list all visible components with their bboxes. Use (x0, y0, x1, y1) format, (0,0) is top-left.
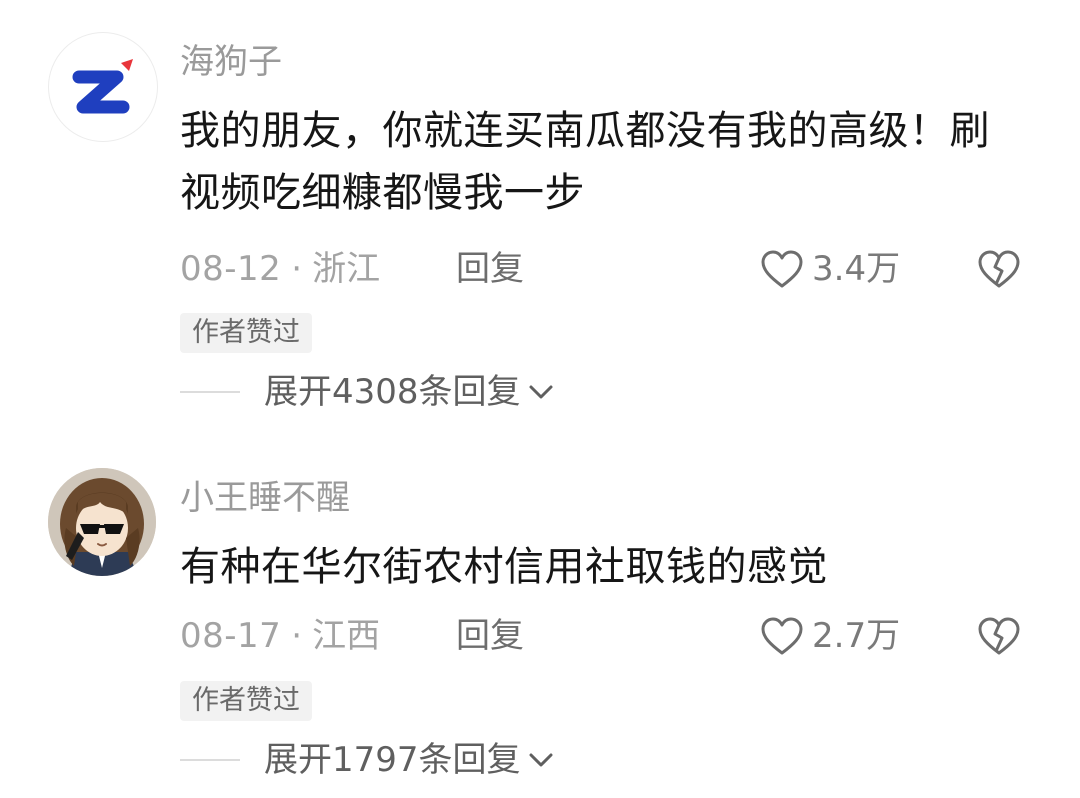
comment-text: 有种在华尔街农村信用社取钱的感觉 (180, 544, 828, 590)
separator-dot: · (291, 616, 303, 656)
divider-line (180, 391, 240, 393)
heart-icon (761, 250, 803, 288)
like-count: 3.4万 (812, 249, 901, 289)
anime-girl-sunglasses-icon (48, 468, 156, 576)
divider-line (180, 759, 240, 761)
comment-meta: 08-17 · 江西 (180, 614, 380, 658)
comment-location: 江西 (312, 616, 381, 656)
separator-dot: · (291, 249, 303, 289)
like-count: 2.7万 (812, 616, 901, 656)
username[interactable]: 小王睡不醒 (180, 478, 350, 518)
like-button[interactable]: 2.7万 (760, 614, 900, 658)
dislike-button[interactable] (975, 614, 1023, 658)
broken-heart-icon (978, 250, 1020, 288)
z-logo-icon (72, 59, 133, 114)
reply-button[interactable]: 回复 (456, 247, 524, 291)
author-liked-badge: 作者赞过 (180, 681, 312, 721)
author-liked-badge: 作者赞过 (180, 313, 312, 353)
comment-item: 海狗子 我的朋友，你就连买南瓜都没有我的高级！刷视频吃细糠都慢我一步 08-12… (0, 0, 1080, 430)
broken-heart-icon (978, 617, 1020, 655)
comment-date: 08-17 (180, 616, 282, 656)
comment-item: 小王睡不醒 有种在华尔街农村信用社取钱的感觉 08-17 · 江西 回复 2.7万 … (0, 430, 1080, 798)
like-button[interactable]: 3.4万 (760, 247, 900, 291)
avatar[interactable] (48, 468, 156, 576)
comment-text: 我的朋友，你就连买南瓜都没有我的高级！刷视频吃细糠都慢我一步 (180, 108, 990, 216)
chevron-down-icon (529, 753, 553, 767)
dislike-button[interactable] (975, 247, 1023, 291)
expand-replies-button[interactable]: 展开1797条回复 (180, 738, 555, 782)
expand-replies-button[interactable]: 展开4308条回复 (180, 370, 555, 414)
expand-replies-label: 展开1797条回复 (264, 740, 521, 780)
username[interactable]: 海狗子 (180, 42, 282, 82)
comment-location: 浙江 (312, 249, 381, 289)
heart-icon (761, 617, 803, 655)
comment-date: 08-12 (180, 249, 282, 289)
reply-button[interactable]: 回复 (456, 614, 524, 658)
chevron-down-icon (529, 385, 553, 399)
comment-meta: 08-12 · 浙江 (180, 247, 380, 291)
avatar[interactable] (48, 32, 158, 142)
expand-replies-label: 展开4308条回复 (264, 372, 521, 412)
